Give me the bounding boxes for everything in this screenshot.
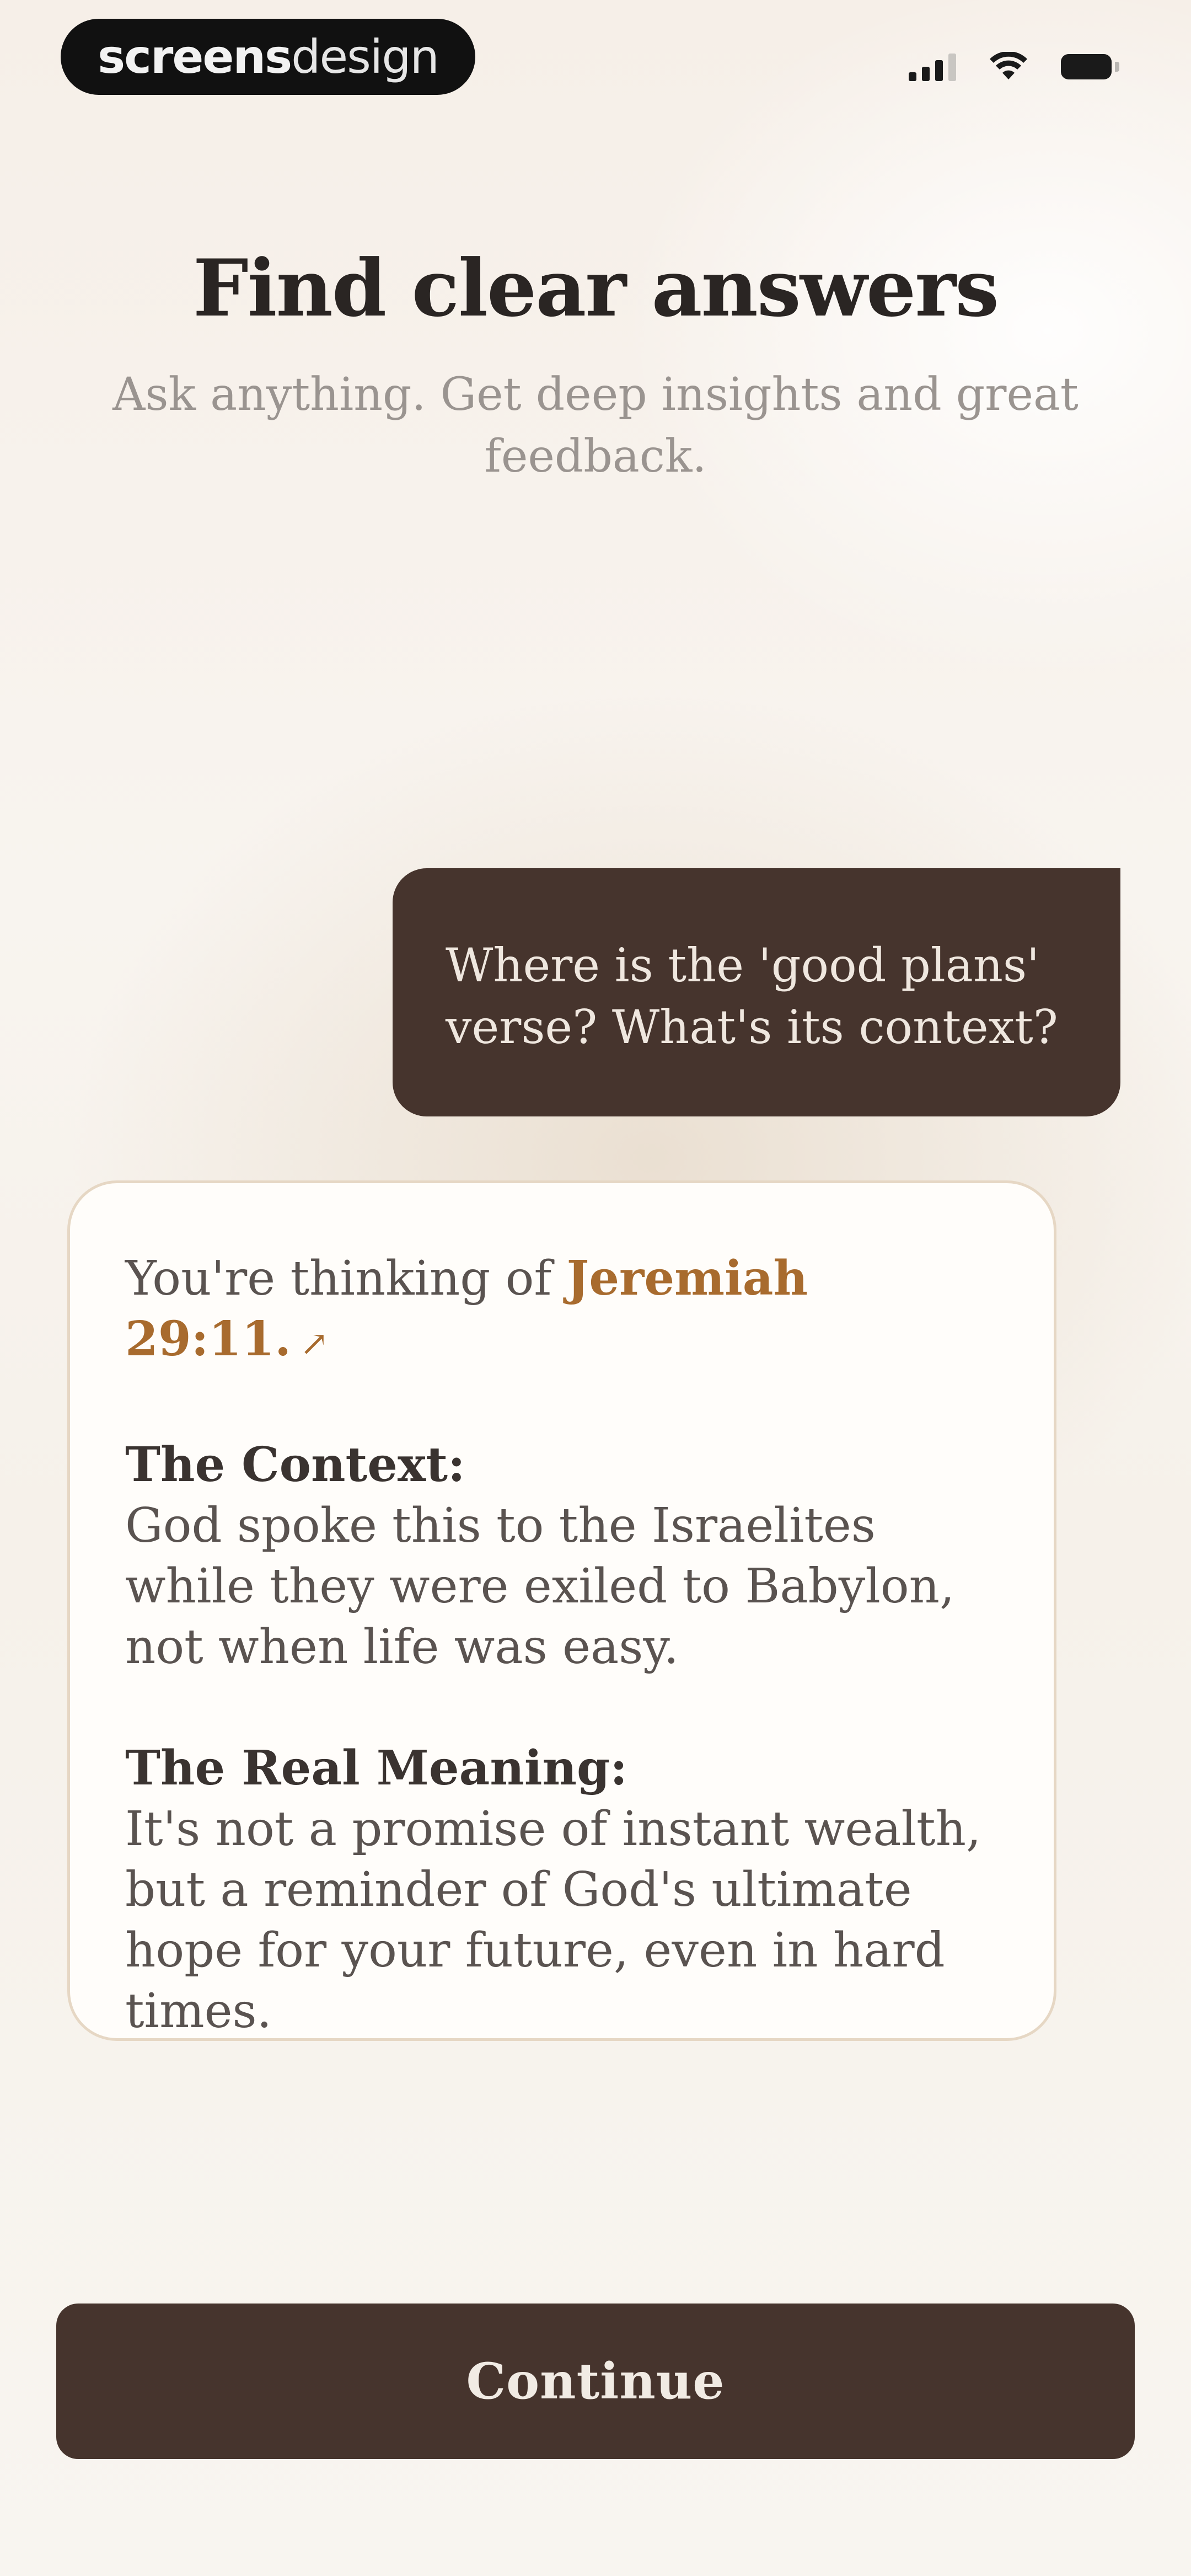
brand-badge: screens design bbox=[61, 19, 475, 95]
meaning-heading: The Real Meaning: bbox=[125, 1740, 627, 1796]
user-message-text: Where is the 'good plans' verse? What's … bbox=[446, 938, 1058, 1054]
context-body: God spoke this to the Israelites while t… bbox=[125, 1498, 955, 1675]
onboarding-screen: screens design Find clear answers Ask any… bbox=[0, 0, 1191, 2576]
continue-button[interactable]: Continue bbox=[56, 2304, 1135, 2459]
status-icons bbox=[909, 47, 1119, 86]
context-heading: The Context: bbox=[125, 1437, 465, 1493]
meaning-section: The Real Meaning: It's not a promise of … bbox=[125, 1738, 993, 2041]
wifi-icon bbox=[990, 52, 1027, 79]
battery-icon bbox=[1061, 54, 1119, 79]
cellular-signal-icon bbox=[909, 52, 956, 81]
meaning-body: It's not a promise of instant wealth, bu… bbox=[125, 1802, 981, 2039]
answer-intro-prefix: You're thinking of bbox=[125, 1251, 552, 1306]
user-message-bubble: Where is the 'good plans' verse? What's … bbox=[393, 868, 1120, 1116]
brand-text-strong: screens bbox=[98, 30, 292, 84]
context-section: The Context: God spoke this to the Israe… bbox=[125, 1435, 993, 1677]
answer-intro: You're thinking of Jeremiah 29:11. ↗ bbox=[125, 1248, 993, 1374]
page-subtitle: Ask anything. Get deep insights and grea… bbox=[112, 368, 1079, 483]
assistant-answer-card: You're thinking of Jeremiah 29:11. ↗ The … bbox=[67, 1180, 1056, 2041]
page-title: Find clear answers bbox=[192, 243, 999, 334]
external-link-arrow-icon[interactable]: ↗ bbox=[300, 1323, 329, 1364]
brand-text-light: design bbox=[291, 30, 439, 84]
